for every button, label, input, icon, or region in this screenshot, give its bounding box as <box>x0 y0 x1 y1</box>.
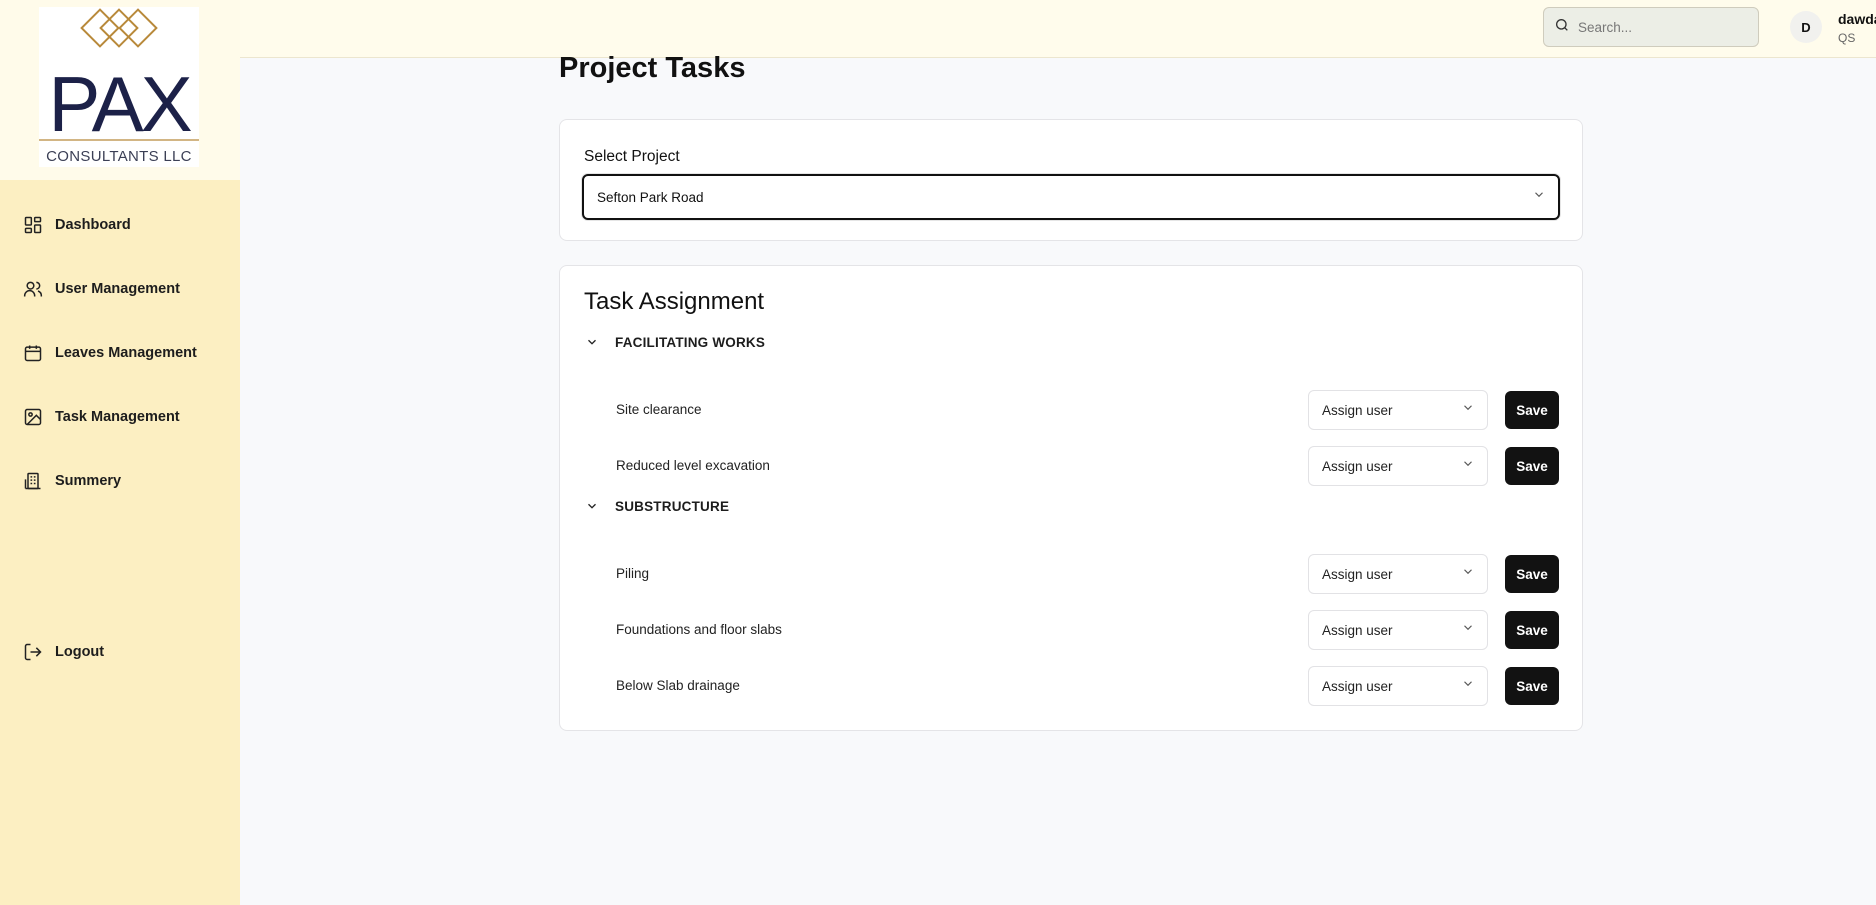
page-title: Project Tasks <box>559 52 746 84</box>
selected-project-value: Sefton Park Road <box>597 189 704 205</box>
task-name: Below Slab drainage <box>616 678 740 693</box>
search-box[interactable] <box>1543 7 1759 47</box>
save-button[interactable]: Save <box>1505 611 1559 649</box>
top-header: D dawda QS <box>240 0 1876 58</box>
task-row: Reduced level excavation Assign user Sav… <box>560 446 1582 486</box>
save-button[interactable]: Save <box>1505 447 1559 485</box>
logout-label: Logout <box>55 644 105 660</box>
search-input[interactable] <box>1578 19 1748 35</box>
chevron-down-icon <box>1461 621 1475 640</box>
group-label: SUBSTRUCTURE <box>615 498 730 514</box>
chevron-down-icon <box>1532 188 1546 207</box>
select-project-label: Select Project <box>584 148 680 165</box>
assign-user-value: Assign user <box>1322 622 1393 638</box>
task-row: Site clearance Assign user Save <box>560 390 1582 430</box>
sidebar-item-label: Task Management <box>55 409 180 425</box>
project-dropdown[interactable]: Sefton Park Road <box>582 174 1560 220</box>
save-button[interactable]: Save <box>1505 555 1559 593</box>
sidebar-item-leaves-management[interactable]: Leaves Management <box>0 333 240 373</box>
sidebar-item-label: Leaves Management <box>55 345 197 361</box>
assign-user-value: Assign user <box>1322 458 1393 474</box>
task-assignment-title: Task Assignment <box>584 288 765 315</box>
logout-button[interactable]: Logout <box>0 632 240 672</box>
task-row: Below Slab drainage Assign user Save <box>560 666 1582 706</box>
logout-icon <box>22 641 44 663</box>
assign-user-dropdown[interactable]: Assign user <box>1308 446 1488 486</box>
logo-subtitle: CONSULTANTS LLC <box>46 148 192 165</box>
search-icon <box>1554 17 1570 38</box>
task-name: Reduced level excavation <box>616 458 770 473</box>
group-label: FACILITATING WORKS <box>615 334 766 350</box>
sidebar-item-summery[interactable]: Summery <box>0 461 240 501</box>
assign-user-dropdown[interactable]: Assign user <box>1308 390 1488 430</box>
assign-user-value: Assign user <box>1322 566 1393 582</box>
save-button[interactable]: Save <box>1505 391 1559 429</box>
user-role: QS <box>1838 31 1856 45</box>
sidebar: PAX CONSULTANTS LLC Dashboard User Manag… <box>0 0 240 905</box>
chevron-down-icon <box>1461 457 1475 476</box>
project-select-card: Select Project Sefton Park Road <box>559 119 1583 241</box>
save-button[interactable]: Save <box>1505 667 1559 705</box>
task-assignment-card: Task Assignment FACILITATING WORKS Site … <box>559 265 1583 731</box>
building-icon <box>22 470 44 492</box>
users-icon <box>22 278 44 300</box>
group-facilitating-works[interactable]: FACILITATING WORKS <box>584 334 765 350</box>
assign-user-value: Assign user <box>1322 678 1393 694</box>
sidebar-item-label: Dashboard <box>55 217 131 233</box>
chevron-down-icon <box>1461 565 1475 584</box>
svg-text:PAX: PAX <box>48 60 191 148</box>
sidebar-item-label: Summery <box>55 473 122 489</box>
task-name: Foundations and floor slabs <box>616 622 782 637</box>
dashboard-icon <box>22 214 44 236</box>
sidebar-item-label: User Management <box>55 281 180 297</box>
task-row: Foundations and floor slabs Assign user … <box>560 610 1582 650</box>
sidebar-item-user-management[interactable]: User Management <box>0 269 240 309</box>
avatar[interactable]: D <box>1790 11 1822 43</box>
task-row: Piling Assign user Save <box>560 554 1582 594</box>
group-substructure[interactable]: SUBSTRUCTURE <box>584 498 729 514</box>
assign-user-value: Assign user <box>1322 402 1393 418</box>
task-name: Piling <box>616 566 650 581</box>
chevron-down-icon <box>1461 677 1475 696</box>
chevron-down-icon <box>584 498 600 514</box>
user-name: dawda <box>1838 11 1876 27</box>
pax-logo-icon: PAX CONSULTANTS LLC <box>39 8 199 165</box>
sidebar-item-task-management[interactable]: Task Management <box>0 397 240 437</box>
chevron-down-icon <box>584 334 600 350</box>
assign-user-dropdown[interactable]: Assign user <box>1308 666 1488 706</box>
image-icon <box>22 406 44 428</box>
logo-area: PAX CONSULTANTS LLC <box>0 0 240 180</box>
chevron-down-icon <box>1461 401 1475 420</box>
task-name: Site clearance <box>616 402 702 417</box>
company-logo[interactable]: PAX CONSULTANTS LLC <box>39 7 199 167</box>
assign-user-dropdown[interactable]: Assign user <box>1308 610 1488 650</box>
calendar-icon <box>22 342 44 364</box>
assign-user-dropdown[interactable]: Assign user <box>1308 554 1488 594</box>
sidebar-item-dashboard[interactable]: Dashboard <box>0 205 240 245</box>
